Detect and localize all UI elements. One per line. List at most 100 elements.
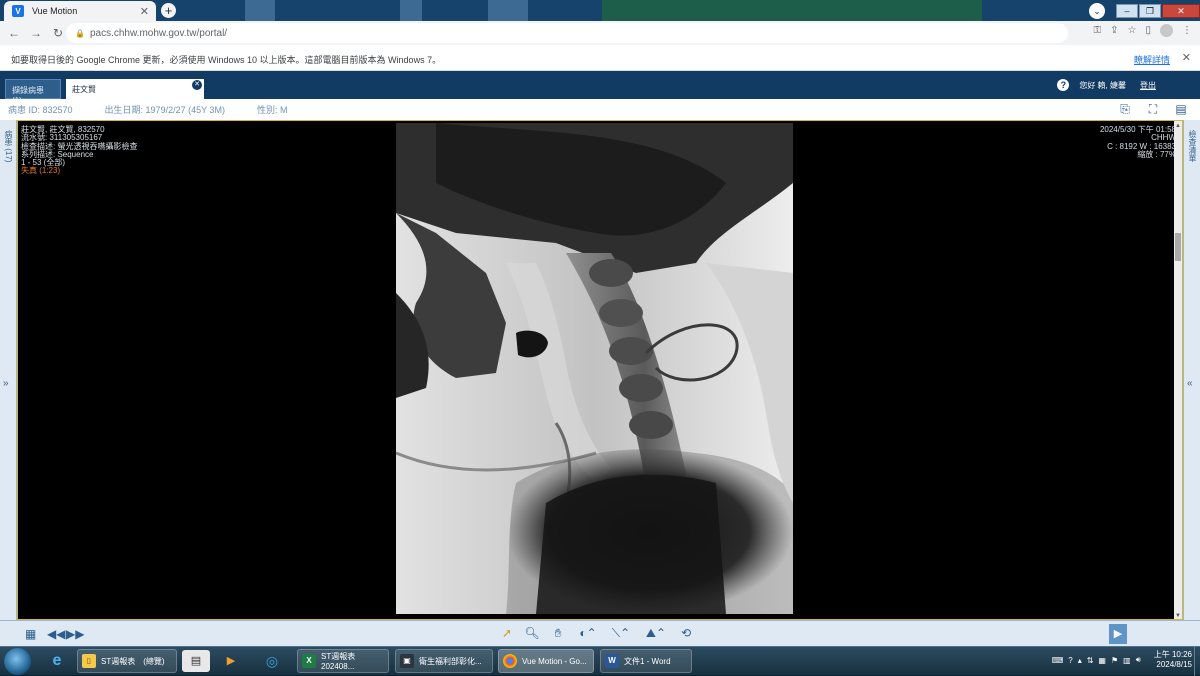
- layout-grid-icon[interactable]: ▦: [25, 627, 36, 641]
- internet-explorer-icon[interactable]: e: [43, 650, 71, 672]
- remote-desktop-icon: ▣: [400, 654, 414, 668]
- learn-more-link[interactable]: 瞭解詳情: [1134, 53, 1170, 66]
- menu-kebab-icon[interactable]: ⋮: [1182, 25, 1192, 36]
- left-panel-label: 病患 (17): [4, 130, 13, 163]
- previous-series-icon[interactable]: ◀◀: [47, 627, 65, 641]
- viewport-overlay-right: 2024/5/30 下午 01:58 CHHW C : 8192 W : 163…: [1100, 125, 1176, 159]
- left-collapsed-panel[interactable]: 病患 (17) »: [0, 120, 17, 620]
- expand-right-icon[interactable]: »: [3, 378, 9, 389]
- tray-expand-icon[interactable]: ▴: [1078, 656, 1082, 665]
- scroll-down-icon[interactable]: ▼: [1175, 613, 1181, 619]
- window-level-tool-icon[interactable]: ◐⌃: [575, 626, 601, 642]
- background-window-decoration: [245, 0, 275, 21]
- volume-icon[interactable]: 🔊︎: [1136, 655, 1141, 665]
- tab-patient[interactable]: 莊文賢 ✕: [66, 79, 204, 99]
- vue-motion-favicon-icon: V: [12, 5, 24, 17]
- keyboard-icon[interactable]: ⌨: [1052, 656, 1064, 665]
- close-infobar-icon[interactable]: ✕: [1182, 51, 1191, 64]
- patient-bar-actions: ⎘ ⛶ ▤: [1118, 102, 1188, 116]
- show-desktop-button[interactable]: [1194, 647, 1200, 676]
- word-icon: W: [605, 654, 619, 668]
- clock[interactable]: 上午 10:26 2024/8/15: [1154, 650, 1192, 670]
- image-viewport[interactable]: 莊文賢, 莊文賢, 832570 流水號: 311305305167 檢查描述:…: [17, 120, 1183, 620]
- viewport-overlay-left: 莊文賢, 莊文賢, 832570 流水號: 311305305167 檢查描述:…: [21, 125, 137, 176]
- app-header: 擷錄病患 (1) 莊文賢 ✕ ? 您好 賴, 婕馨 登出: [0, 71, 1200, 105]
- task-label: 文件1 - Word: [624, 656, 671, 666]
- scrollbar-thumb[interactable]: [1175, 233, 1181, 261]
- measure-tool-icon[interactable]: ⟍⌃: [608, 626, 634, 642]
- background-window-decoration: [488, 0, 528, 21]
- back-arrow-icon[interactable]: ←: [3, 26, 25, 40]
- browser-tab-vue-motion[interactable]: V Vue Motion ✕: [4, 1, 156, 21]
- browser-tab-title: Vue Motion: [32, 6, 78, 16]
- overlay-zoom-line: 縮放 : 77%: [1137, 149, 1176, 159]
- logout-link[interactable]: 登出: [1140, 80, 1156, 91]
- tab-patient-list[interactable]: 擷錄病患 (1): [5, 79, 61, 105]
- expand-left-icon[interactable]: «: [1187, 378, 1193, 389]
- excel-icon: X: [302, 654, 316, 668]
- minimize-button[interactable]: –: [1116, 3, 1138, 18]
- system-tray: ⌨ ? ▴ ⇅ ▦ ⚑ ▥ 🔊︎ 上午 10:26 2024/8/15: [1052, 650, 1192, 670]
- close-tab-icon[interactable]: ✕: [192, 80, 202, 90]
- share-icon[interactable]: ⇪: [1110, 25, 1118, 36]
- right-collapsed-panel[interactable]: 檢查清單 «: [1183, 120, 1200, 620]
- right-panel-label: 檢查清單: [1188, 130, 1197, 162]
- media-player-icon[interactable]: ▶: [217, 650, 245, 672]
- infobar-message: 如要取得日後的 Google Chrome 更新，必須使用 Windows 10…: [11, 55, 442, 65]
- chrome-icon: [503, 654, 517, 668]
- background-window-decoration: [602, 0, 982, 21]
- task-label: 衛生福利部彰化...: [419, 656, 482, 666]
- url-text: pacs.chhw.mohw.gov.tw/portal/: [89, 27, 228, 39]
- close-window-button[interactable]: ✕: [1162, 3, 1200, 18]
- translate-icon[interactable]: ⎘: [1118, 102, 1132, 116]
- window-app-icon[interactable]: ▤: [182, 650, 210, 672]
- lock-icon: 🔒: [75, 28, 85, 38]
- scroll-up-icon[interactable]: ▲: [1175, 123, 1181, 129]
- annotation-tool-icon[interactable]: ⛰⌃: [643, 626, 669, 642]
- patient-sex: 性別: M: [256, 105, 288, 115]
- cine-play-button[interactable]: ▶: [1109, 624, 1127, 644]
- folder-icon: ▯: [82, 654, 96, 668]
- patient-info-bar: 病患 ID: 832570 出生日期: 1979/2/27 (45Y 3M) 性…: [0, 99, 1200, 120]
- task-label: Vue Motion - Go...: [522, 656, 587, 666]
- edge-browser-icon[interactable]: ◎: [258, 650, 286, 672]
- viewport-scrollbar[interactable]: ▲ ▼: [1174, 121, 1182, 619]
- start-button[interactable]: [4, 648, 31, 675]
- patient-dob: 出生日期: 1979/2/27 (45Y 3M): [104, 105, 225, 115]
- side-panel-icon[interactable]: ▯: [1145, 25, 1151, 36]
- taskbar-task-active[interactable]: Vue Motion - Go...: [498, 649, 594, 673]
- sync-icon[interactable]: ⇅: [1087, 656, 1094, 665]
- reset-rotate-icon[interactable]: ⟲: [677, 626, 695, 642]
- patient-id: 病患 ID: 832570: [8, 105, 73, 115]
- app-tray-icon[interactable]: ▦: [1098, 656, 1106, 665]
- taskbar-task[interactable]: ▣ 衛生福利部彰化...: [395, 649, 493, 673]
- restore-button[interactable]: ❐: [1139, 3, 1161, 18]
- action-center-icon[interactable]: ⚑: [1111, 656, 1118, 665]
- fluoroscopy-image: [396, 123, 793, 614]
- user-area: ? 您好 賴, 婕馨 登出: [1057, 79, 1156, 91]
- pan-hand-tool-icon[interactable]: ✋︎: [549, 626, 567, 642]
- taskbar-task[interactable]: ▯ ST週報表 (總覽): [77, 649, 177, 673]
- user-greeting: 您好 賴, 婕馨: [1079, 80, 1126, 90]
- close-tab-icon[interactable]: ✕: [140, 5, 149, 18]
- zoom-tool-icon[interactable]: 🔍︎: [523, 626, 541, 642]
- profile-avatar-icon[interactable]: [1160, 24, 1173, 37]
- taskbar-task[interactable]: X ST週報表202408...: [297, 649, 389, 673]
- help-tray-icon[interactable]: ?: [1068, 656, 1072, 665]
- forward-arrow-icon[interactable]: →: [25, 26, 47, 40]
- new-tab-button[interactable]: +: [161, 3, 176, 18]
- fullscreen-icon[interactable]: ⛶: [1146, 102, 1160, 116]
- clock-time: 上午 10:26: [1153, 650, 1192, 659]
- network-icon[interactable]: ▥: [1123, 656, 1131, 665]
- next-series-icon[interactable]: ▶▶: [66, 627, 84, 641]
- window-controls: ⌄ – ❐ ✕: [1089, 0, 1200, 21]
- address-bar[interactable]: 🔒 pacs.chhw.mohw.gov.tw/portal/: [66, 23, 1068, 43]
- pointer-tool-icon[interactable]: ➚: [498, 626, 516, 642]
- tab-search-icon[interactable]: ⌄: [1089, 2, 1105, 19]
- key-icon[interactable]: ⚿: [1094, 25, 1102, 36]
- windows-taskbar: e ▯ ST週報表 (總覽) ▤ ▶ ◎ X ST週報表202408... ▣ …: [0, 646, 1200, 676]
- help-icon[interactable]: ?: [1057, 79, 1070, 91]
- bookmark-star-icon[interactable]: ☆: [1128, 25, 1137, 36]
- save-icon[interactable]: ▤: [1174, 102, 1188, 116]
- taskbar-task[interactable]: W 文件1 - Word: [600, 649, 692, 673]
